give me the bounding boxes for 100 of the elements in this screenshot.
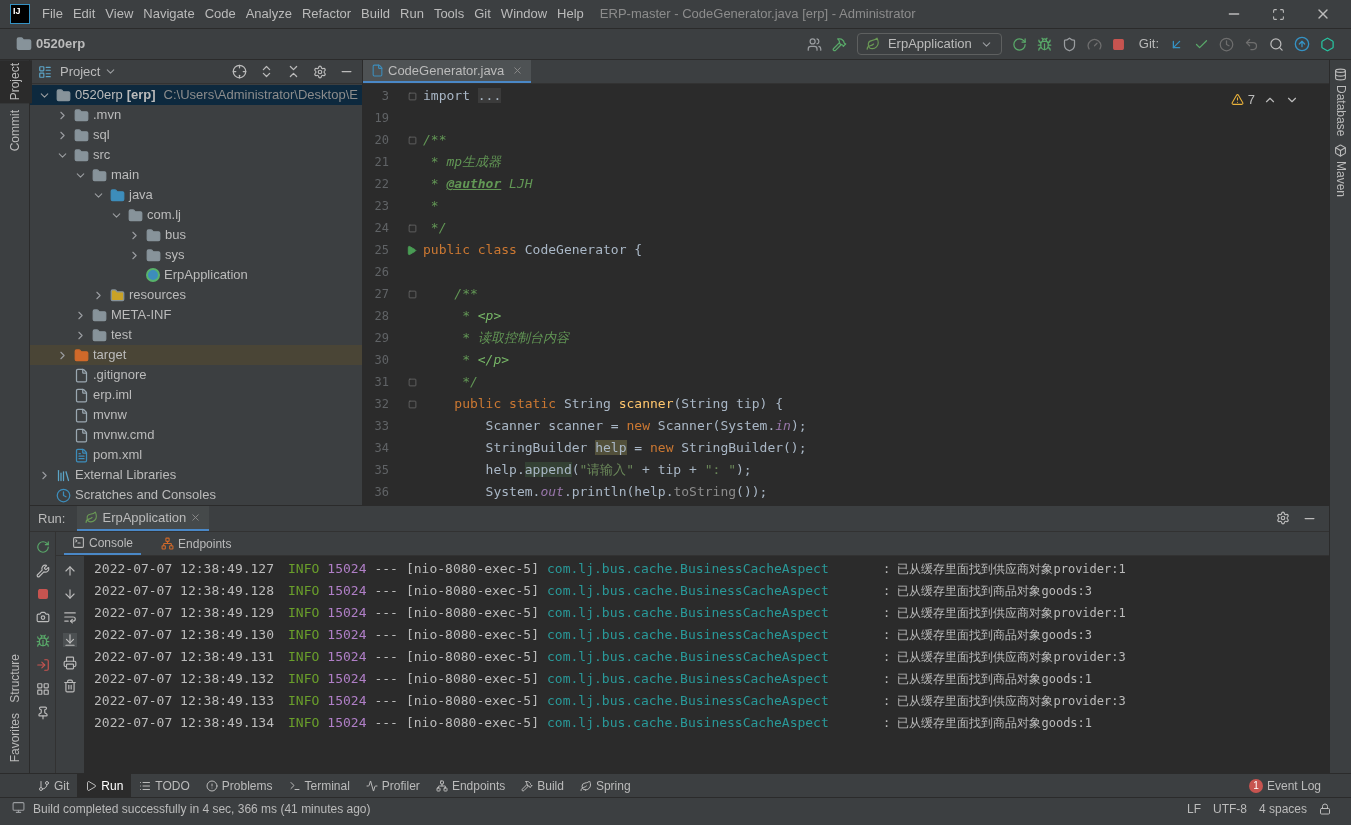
tree-item[interactable]: .mvn (30, 105, 362, 125)
upload-icon[interactable] (1294, 36, 1310, 52)
gauge-icon[interactable] (1086, 36, 1102, 52)
wrap-icon[interactable] (63, 610, 77, 624)
fold-marker-icon[interactable] (408, 399, 417, 409)
tree-item[interactable]: Scratches and Consoles (30, 485, 362, 505)
menu-item[interactable]: Help (557, 4, 584, 24)
user-icon[interactable] (806, 36, 822, 52)
tree-item[interactable]: test (30, 325, 362, 345)
tree-item[interactable]: mvnw.cmd (30, 425, 362, 445)
tool-window-tab[interactable]: Spring (571, 774, 639, 797)
lock-icon[interactable] (1319, 803, 1331, 815)
menu-item[interactable]: Edit (72, 4, 96, 24)
event-log-tab[interactable]: 1 Event Log (1248, 776, 1321, 795)
rerun-icon[interactable] (35, 540, 50, 554)
bug-icon[interactable] (35, 634, 50, 648)
run-config-dropdown[interactable]: ErpApplication (856, 33, 1002, 55)
camera-icon[interactable] (35, 610, 50, 624)
undo-icon[interactable] (1244, 36, 1259, 52)
arrow-up-icon[interactable] (63, 564, 77, 578)
arrow-down-icon[interactable] (63, 587, 77, 601)
printer-icon[interactable] (63, 656, 77, 670)
wrench-icon[interactable] (35, 564, 50, 578)
fold-marker-icon[interactable] (408, 289, 417, 299)
settings-icon[interactable] (1276, 511, 1290, 525)
fold-marker-icon[interactable] (408, 377, 417, 387)
stop-icon[interactable] (36, 588, 49, 600)
side-tab[interactable]: Structure (0, 650, 32, 706)
menu-item[interactable]: Run (400, 4, 424, 24)
rerun-icon[interactable] (1011, 36, 1027, 52)
menu-item[interactable]: Build (361, 4, 390, 24)
tool-window-tab[interactable]: Terminal (280, 774, 358, 797)
tool-window-tab[interactable]: TODO (131, 774, 198, 797)
hexagon-icon[interactable] (1320, 36, 1335, 52)
tool-window-tab[interactable]: Profiler (357, 774, 428, 797)
tree-item[interactable]: External Libraries (30, 465, 362, 485)
close-icon[interactable] (190, 512, 202, 523)
panel-title[interactable]: Project (60, 61, 101, 82)
run-gutter-icon[interactable] (406, 244, 417, 256)
settings-icon[interactable] (313, 64, 327, 79)
tree-item[interactable]: sys (30, 245, 362, 265)
tree-item[interactable]: src (30, 145, 362, 165)
tree-item[interactable]: pom.xml (30, 445, 362, 465)
menu-item[interactable]: File (42, 4, 63, 24)
tree-item[interactable]: erp.iml (30, 385, 362, 405)
fold-marker-icon[interactable] (408, 223, 417, 233)
menu-item[interactable]: Window (500, 4, 548, 24)
side-tab[interactable]: Commit (0, 107, 32, 155)
stop-icon[interactable] (1111, 37, 1125, 51)
tree-item[interactable]: target (30, 345, 362, 365)
tree-item[interactable]: .gitignore (30, 365, 362, 385)
tree-item[interactable]: main (30, 165, 362, 185)
tool-window-tab[interactable]: Build (513, 774, 572, 797)
menu-item[interactable]: Navigate (143, 4, 195, 24)
side-tab[interactable]: Database (1331, 85, 1350, 137)
menu-item[interactable]: Tools (433, 4, 465, 24)
tree-item[interactable]: META-INF (30, 305, 362, 325)
menu-item[interactable]: Code (204, 4, 236, 24)
status-item[interactable]: LF (1186, 800, 1201, 818)
exit-icon[interactable] (35, 658, 50, 672)
crosshair-icon[interactable] (232, 64, 247, 79)
warning-count[interactable]: 7 (1247, 90, 1255, 110)
tree-item[interactable]: resources (30, 285, 362, 305)
maximize-icon[interactable] (1272, 7, 1285, 21)
layout-icon[interactable] (35, 682, 50, 696)
scroll-to-end-icon[interactable] (63, 633, 77, 647)
search-icon[interactable] (1269, 36, 1284, 52)
fold-marker-icon[interactable] (408, 135, 417, 145)
tree-item[interactable]: ErpApplication (30, 265, 362, 285)
side-tab[interactable]: Project (0, 60, 32, 104)
line-number: 30 (373, 352, 389, 369)
menu-item[interactable]: Analyze (245, 4, 292, 24)
fold-marker-icon[interactable] (408, 91, 417, 101)
hammer-icon[interactable] (831, 36, 847, 52)
side-tab[interactable]: Maven (1331, 161, 1350, 198)
menu-item[interactable]: Git (474, 4, 491, 24)
pin-icon[interactable] (35, 706, 50, 720)
tree-item[interactable]: com.lj (30, 205, 362, 225)
trash-icon[interactable] (63, 679, 77, 693)
tree-item[interactable]: java (30, 185, 362, 205)
tree-item[interactable]: bus (30, 225, 362, 245)
menu-item[interactable]: Refactor (301, 4, 352, 24)
console-tab[interactable]: Endpoints (153, 532, 240, 555)
side-tab[interactable]: Favorites (0, 709, 32, 765)
editor-tab[interactable]: CodeGenerator.java (363, 60, 532, 83)
status-item[interactable]: 4 spaces (1258, 800, 1307, 818)
run-config-tab[interactable]: ErpApplication (77, 506, 210, 531)
tool-window-tab[interactable]: Problems (197, 774, 281, 797)
tree-item[interactable]: 0520erp [erp] C:\Users\Administrator\Desktop\E (30, 85, 362, 105)
status-item[interactable]: UTF-8 (1212, 800, 1247, 818)
shield-icon[interactable] (1061, 36, 1077, 52)
bug-icon[interactable] (1036, 36, 1052, 52)
tool-window-tab[interactable]: Git (30, 774, 78, 797)
clock-icon[interactable] (1219, 36, 1234, 52)
menu-item[interactable]: View (105, 4, 134, 24)
tree-item[interactable]: mvnw (30, 405, 362, 425)
tool-window-tab[interactable]: Run (77, 774, 132, 797)
tool-window-tab[interactable]: Endpoints (427, 774, 514, 797)
breadcrumb[interactable]: 0520erp (36, 34, 86, 54)
tree-item[interactable]: sql (30, 125, 362, 145)
